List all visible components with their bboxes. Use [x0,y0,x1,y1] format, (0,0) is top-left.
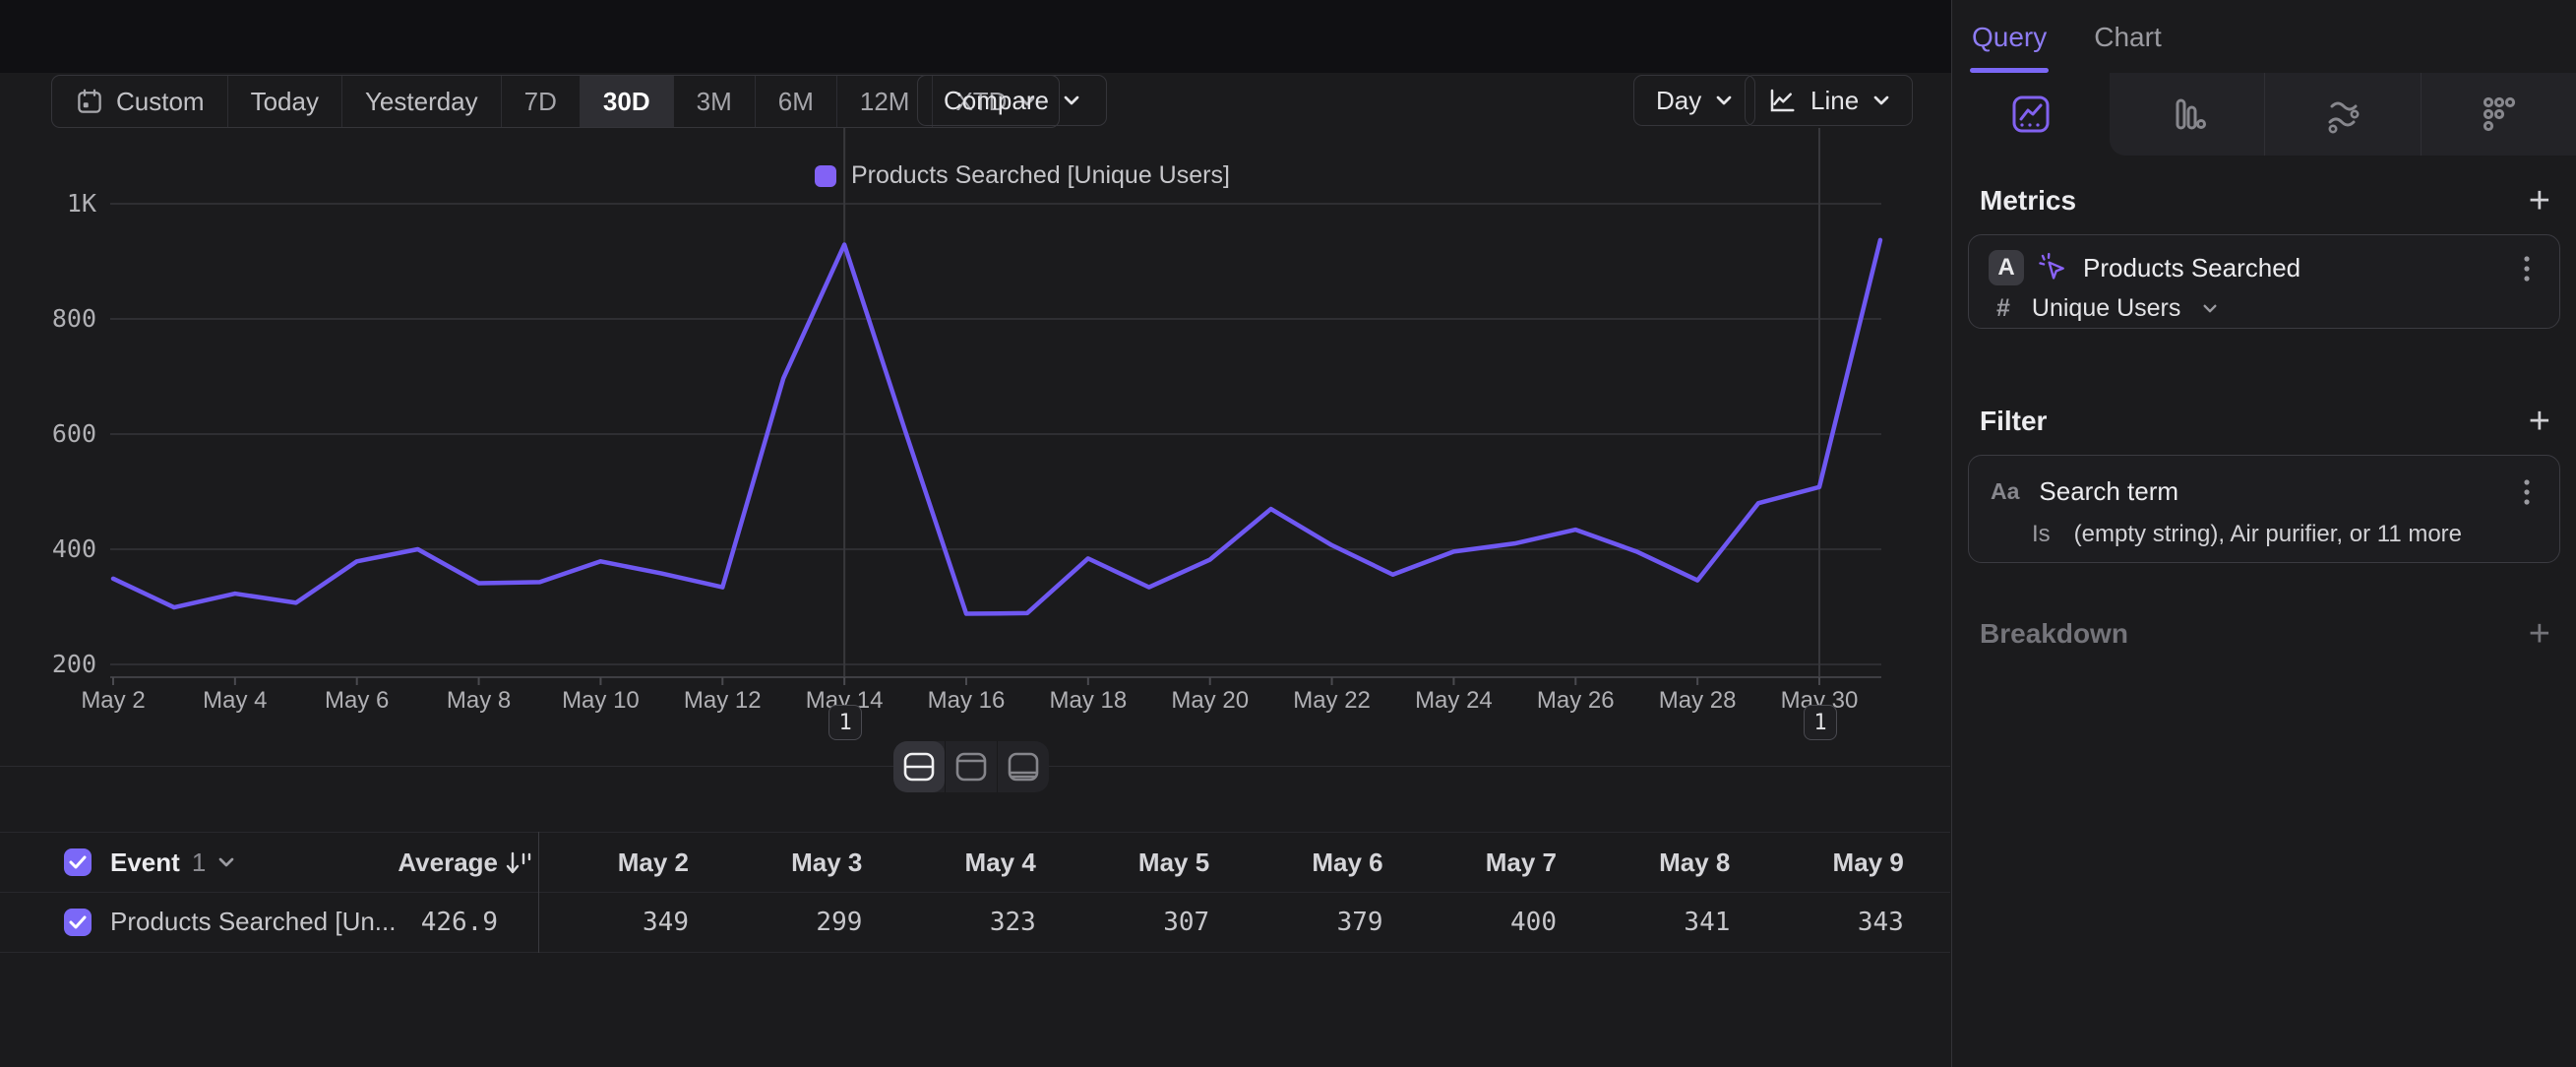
main-panel: CustomTodayYesterday7D30D3M6M12MXTD Comp… [0,0,1950,1067]
cell-value: 379 [1216,892,1383,952]
measure-label: Unique Users [2032,294,2180,323]
table-row[interactable]: Products Searched [Un... 426.9 349299323… [0,892,1950,953]
line-chart[interactable] [0,0,1950,787]
string-property-icon: Aa [1991,478,2019,505]
date-column-header[interactable]: May 9 [1737,833,1904,892]
table-header: Event 1 Average May 2May 3May 4May 5May … [0,832,1950,893]
date-column-header[interactable]: May 4 [869,833,1036,892]
chart-type-strip [1952,73,2576,156]
view-chart-only-button[interactable] [945,741,997,792]
framed-line-chart-icon [2008,92,2054,137]
bar-chart-icon [2165,92,2210,137]
tab-query[interactable]: Query [1970,22,2049,73]
event-count: 1 [192,847,206,878]
filter-operator: Is [2032,521,2051,548]
filter-card[interactable]: Aa Search term Is (empty string), Air pu… [1968,455,2560,563]
filter-card-row: Aa Search term [1969,471,2559,511]
chart-only-icon [953,751,989,783]
annotation-badge[interactable]: 1 [1804,705,1837,740]
chart-type-bar-tab[interactable] [2110,73,2264,156]
metrics-section-header: Metrics + [1980,181,2550,220]
chevron-down-icon[interactable] [217,856,235,868]
view-split-button[interactable] [893,741,945,792]
split-view-icon [901,751,937,783]
breakdown-heading: Breakdown [1980,618,2128,650]
cell-value: 341 [1563,892,1730,952]
view-table-only-button[interactable] [997,741,1049,792]
cell-value: 343 [1737,892,1904,952]
metric-card-row: A Products Searched [1969,248,2559,287]
breakdown-section-header: Breakdown + [1980,614,2550,654]
metric-letter-badge: A [1989,250,2024,285]
chart-type-flow-tab[interactable] [2264,73,2420,156]
series-line[interactable] [113,240,1880,614]
event-cursor-icon [2037,252,2068,283]
date-column-header[interactable]: May 2 [521,833,689,892]
insights-report: CustomTodayYesterday7D30D3M6M12MXTD Comp… [0,0,2576,1067]
column-divider [538,832,539,953]
event-column-header[interactable]: Event [110,847,180,878]
cell-value: 349 [521,892,689,952]
filter-value: (empty string), Air purifier, or 11 more [2074,521,2462,548]
cell-value: 307 [1042,892,1209,952]
tab-query-label: Query [1972,22,2047,52]
chart-type-line-tab[interactable] [1952,73,2110,156]
annotation-badge[interactable]: 1 [828,705,862,740]
add-metric-button[interactable]: + [2529,182,2550,220]
row-checkbox[interactable] [63,908,92,937]
metrics-heading: Metrics [1980,185,2076,217]
cell-value: 299 [695,892,862,952]
cell-value: 400 [1389,892,1557,952]
date-column-header[interactable]: May 8 [1563,833,1730,892]
sidebar-tabs: Query Chart [1952,0,2576,73]
query-sidebar: Query Chart [1951,0,2576,1067]
filter-property: Search term [2039,476,2178,507]
metric-card[interactable]: A Products Searched # Unique Users [1968,234,2560,329]
date-column-header[interactable]: May 5 [1042,833,1209,892]
cell-value: 323 [869,892,1036,952]
event-checkbox[interactable] [63,847,92,877]
metric-dots-icon [2476,92,2521,137]
chart-type-strip-rest [2110,73,2576,156]
filter-condition[interactable]: Is (empty string), Air purifier, or 11 m… [1969,519,2559,550]
add-filter-button[interactable]: + [2529,403,2550,440]
date-column-header[interactable]: May 6 [1216,833,1383,892]
chevron-down-icon [2202,303,2218,314]
table-only-icon [1006,751,1041,783]
date-column-header[interactable]: May 3 [695,833,862,892]
hash-icon: # [1996,294,2010,323]
chart-type-metric-tab[interactable] [2421,73,2576,156]
measure-selector[interactable]: # Unique Users [1969,292,2559,324]
row-average: 426.9 [325,892,498,952]
date-column-header[interactable]: May 7 [1389,833,1557,892]
add-breakdown-button[interactable]: + [2529,615,2550,653]
filter-menu-icon[interactable] [2514,475,2540,509]
view-toggle [893,741,1049,792]
average-column-header[interactable]: Average [325,833,498,892]
metric-name: Products Searched [2083,253,2300,283]
tab-chart-label: Chart [2094,22,2161,52]
filter-section-header: Filter + [1980,402,2550,441]
tab-chart[interactable]: Chart [2092,22,2163,73]
filter-heading: Filter [1980,406,2047,437]
flow-chart-icon [2320,92,2365,137]
metric-menu-icon[interactable] [2514,252,2540,285]
